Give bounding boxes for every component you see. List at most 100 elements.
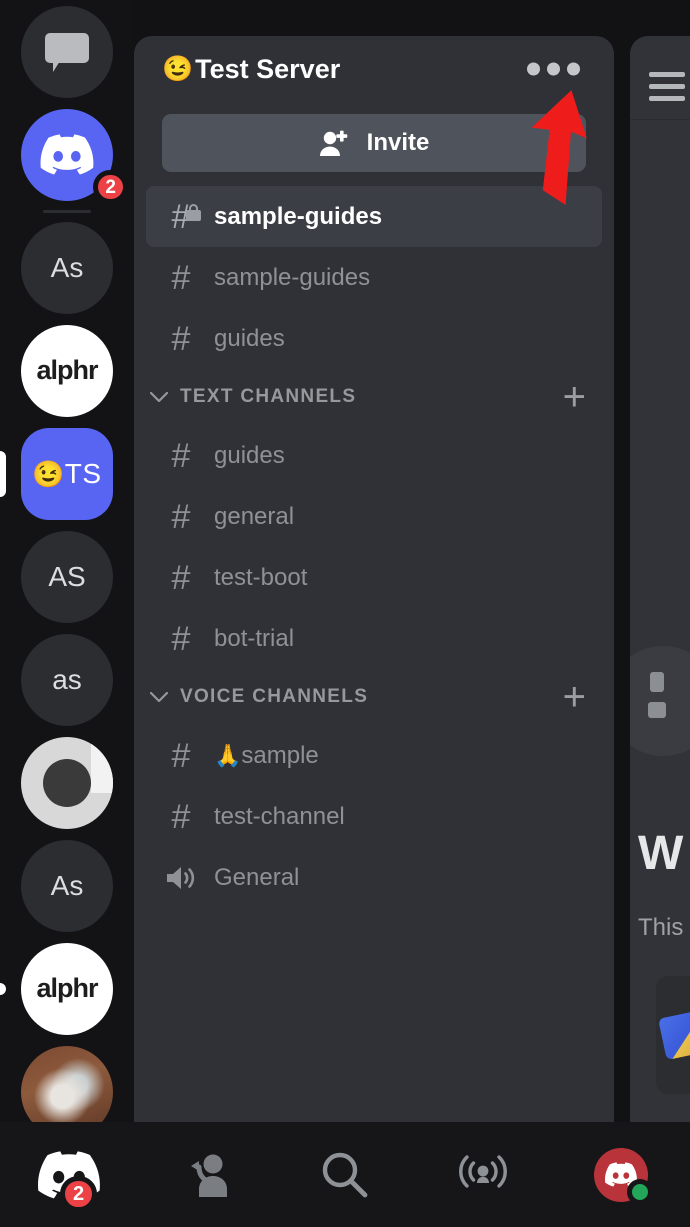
rail-divider <box>0 206 134 216</box>
channel-item-sample-guides[interactable]: # sample-guides <box>146 247 602 308</box>
channel-list: # sample-guides # sample-guides # guides… <box>134 172 614 908</box>
sidebar-item-server-ring-logo[interactable] <box>0 731 134 834</box>
nav-profile[interactable] <box>552 1122 690 1227</box>
plus-icon[interactable]: + <box>551 677 598 717</box>
channel-name-label: sample-guides <box>214 202 383 230</box>
server-rail[interactable]: 2 As alphr 😉 TS AS as As alphr <box>0 0 134 1122</box>
channel-avatar <box>630 646 690 756</box>
avatar <box>594 1147 653 1205</box>
channel-name-label: bot-trial <box>214 624 295 652</box>
invite-button[interactable]: Invite <box>162 114 586 172</box>
sidebar-item-server-photo[interactable] <box>0 1040 134 1122</box>
plus-icon[interactable]: + <box>551 377 598 417</box>
hash-icon: # <box>171 436 191 475</box>
server-unread-badge: 2 <box>93 170 128 204</box>
speaker-icon <box>162 864 200 892</box>
discord-logo-icon <box>40 134 94 175</box>
server-avatar-initials: as <box>21 633 113 726</box>
server-initials-label: TS <box>64 457 102 489</box>
chevron-down-icon <box>150 691 168 703</box>
hash-icon: # <box>171 797 191 836</box>
sidebar-item-server-test-server[interactable]: 😉 TS <box>0 422 134 525</box>
channel-item-general-voice[interactable]: General <box>146 847 602 908</box>
channel-name-label: test-boot <box>214 563 308 591</box>
search-icon <box>322 1152 368 1197</box>
server-initials-label: as <box>52 663 82 695</box>
channel-name-label: general <box>214 502 295 530</box>
sidebar-item-server-as-lowercase[interactable]: as <box>0 628 134 731</box>
welcome-card[interactable] <box>656 976 690 1094</box>
welcome-subtitle: This <box>638 914 684 941</box>
category-text-channels[interactable]: TEXT CHANNELS + <box>146 369 602 425</box>
broadcast-icon <box>459 1154 507 1188</box>
more-menu-button[interactable] <box>519 55 588 84</box>
channel-name-label: 🙏sample <box>214 742 319 770</box>
server-avatar-ring-logo <box>21 736 113 829</box>
category-voice-channels[interactable]: VOICE CHANNELS + <box>146 669 602 725</box>
channel-item-test-boot[interactable]: # test-boot <box>146 547 602 608</box>
nav-home-badge: 2 <box>60 1176 98 1212</box>
server-avatar-wordmark: alphr <box>21 942 113 1035</box>
content-header <box>630 36 690 120</box>
category-label: VOICE CHANNELS <box>180 686 369 707</box>
server-avatar-initials: As <box>21 839 113 932</box>
alphr-wordmark-label: alphr <box>36 355 98 385</box>
channel-name-label: guides <box>214 324 285 352</box>
channel-item-test-channel[interactable]: # test-channel <box>146 786 602 847</box>
server-avatar-initials: As <box>21 221 113 314</box>
dm-avatar <box>21 5 113 98</box>
hash-icon: # <box>171 319 191 358</box>
server-title: 😉 Test Server <box>162 54 340 85</box>
sidebar-item-server-as-2[interactable]: As <box>0 834 134 937</box>
sidebar-item-server-alphr-2[interactable]: alphr <box>0 937 134 1040</box>
nav-search[interactable] <box>276 1122 414 1227</box>
channel-item-sample[interactable]: # 🙏sample <box>146 725 602 786</box>
hash-icon: # <box>171 497 191 536</box>
channel-name-label: sample-guides <box>214 263 371 291</box>
server-header: 😉 Test Server <box>134 36 614 102</box>
hash-icon: # <box>171 619 191 658</box>
server-avatar-photo <box>21 1045 113 1122</box>
channel-item-general[interactable]: # general <box>146 486 602 547</box>
channel-name-text: sample <box>241 741 319 769</box>
sidebar-item-server-as-uppercase[interactable]: AS <box>0 525 134 628</box>
person-add-icon <box>319 129 349 157</box>
unread-server-indicator <box>0 982 6 995</box>
channel-sidebar[interactable]: 😉 Test Server Invite # sample-guides # s… <box>134 36 614 1122</box>
server-initials-label: As <box>50 251 84 283</box>
folded-hands-emoji: 🙏 <box>214 742 242 768</box>
server-initials-label: AS <box>48 560 86 592</box>
channel-item-guides[interactable]: # guides <box>146 425 602 486</box>
server-avatar-test-server: 😉 TS <box>21 427 113 520</box>
dot-2 <box>547 62 560 76</box>
lock-icon <box>186 203 201 221</box>
bottom-navigation[interactable]: 2 <box>0 1122 690 1227</box>
hash-icon: # <box>171 736 191 775</box>
friends-icon <box>191 1154 227 1197</box>
hash-lock-icon: # <box>162 200 201 234</box>
dot-3 <box>567 62 580 76</box>
nav-home[interactable]: 2 <box>0 1122 138 1227</box>
channel-item-guides-top[interactable]: # guides <box>146 308 602 369</box>
alphr-wordmark-label: alphr <box>36 973 98 1003</box>
hash-icon: # <box>171 558 191 597</box>
active-server-indicator <box>0 450 6 497</box>
winking-face-emoji: 😉 <box>32 458 65 489</box>
nav-friends[interactable] <box>138 1122 276 1227</box>
sidebar-item-server-alphr-1[interactable]: alphr <box>0 319 134 422</box>
sidebar-item-server-as-1[interactable]: As <box>0 216 134 319</box>
category-label: TEXT CHANNELS <box>180 386 357 407</box>
hash-icon: # <box>171 258 191 297</box>
invite-button-label: Invite <box>366 129 430 156</box>
sidebar-item-discord-server[interactable]: 2 <box>0 103 134 206</box>
hamburger-icon[interactable] <box>649 72 685 101</box>
channel-item-bot-trial[interactable]: # bot-trial <box>146 608 602 669</box>
channel-item-sample-guides-private[interactable]: # sample-guides <box>146 186 602 247</box>
server-initials-label: As <box>50 869 84 901</box>
welcome-card-art <box>658 1009 690 1061</box>
nav-mentions[interactable] <box>414 1122 552 1227</box>
content-panel-peek[interactable]: W This <box>630 36 690 1122</box>
speech-bubble-icon <box>45 32 89 72</box>
sidebar-item-direct-messages[interactable] <box>0 0 134 103</box>
server-avatar-wordmark: alphr <box>21 324 113 417</box>
